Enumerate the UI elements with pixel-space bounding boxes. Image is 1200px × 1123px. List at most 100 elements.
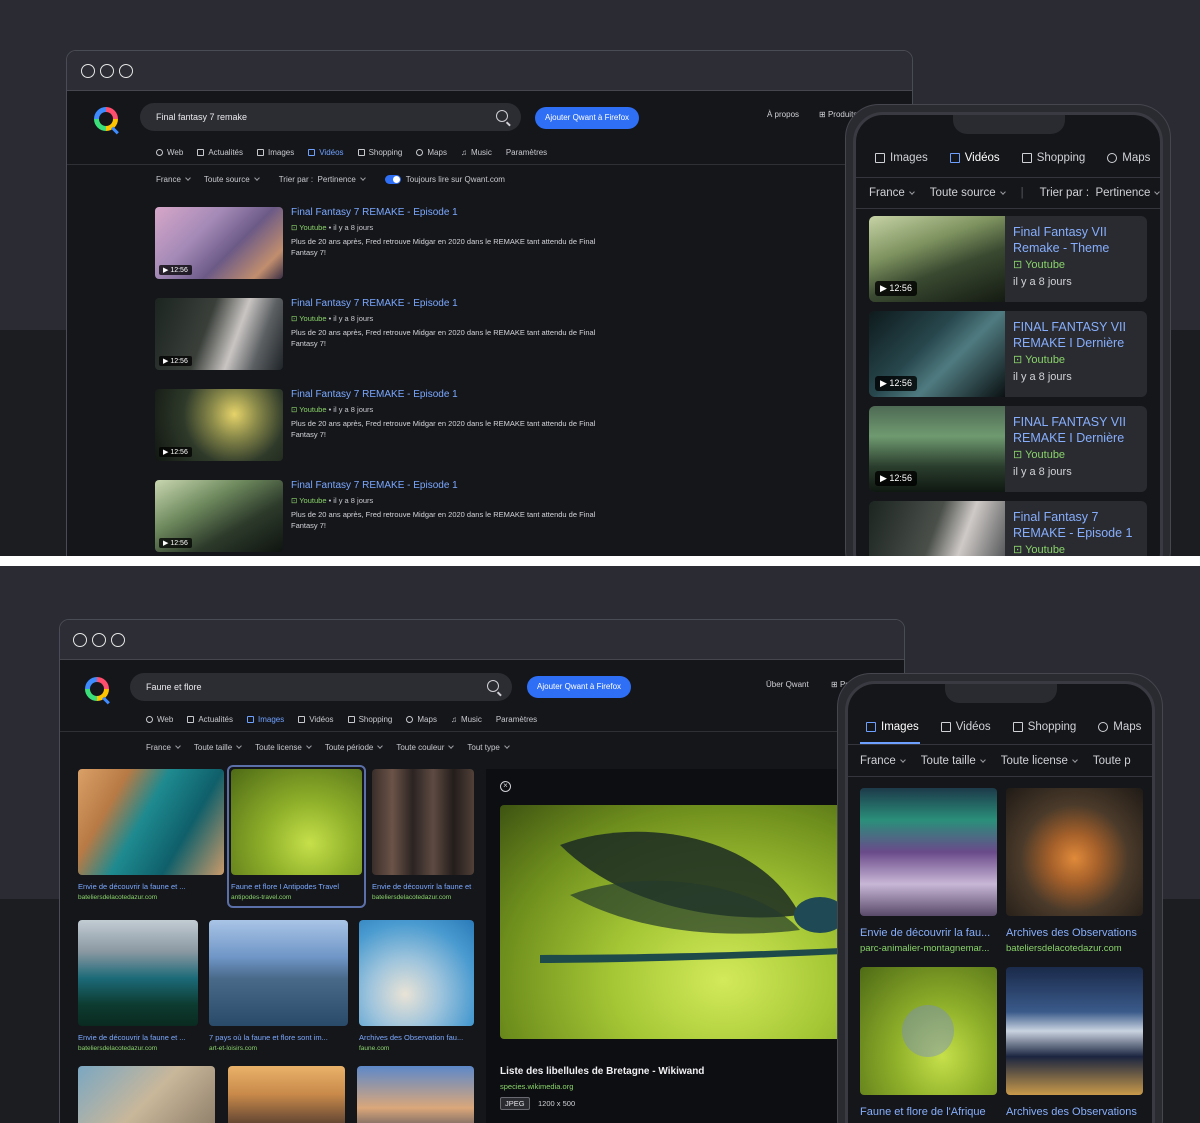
tab-videos[interactable]: Vidéos <box>298 715 334 724</box>
video-result[interactable]: ▶ 12:56 Final Fantasy 7 REMAKE - Episode… <box>155 480 615 552</box>
image-result[interactable] <box>860 788 997 916</box>
window-close-dot[interactable] <box>81 64 95 78</box>
window-close-dot[interactable] <box>73 633 87 647</box>
region-filter[interactable]: France <box>156 175 191 184</box>
tab-images[interactable]: Images <box>257 148 294 157</box>
tab-news[interactable]: Actualités <box>197 148 243 157</box>
window-maximize-dot[interactable] <box>119 64 133 78</box>
search-input[interactable]: Final fantasy 7 remake <box>140 103 521 131</box>
tab-maps[interactable]: Maps <box>406 715 437 724</box>
video-title-link[interactable]: Final Fantasy 7 REMAKE - Episode 1 <box>291 207 458 218</box>
tab-maps[interactable]: Maps <box>1107 152 1150 164</box>
tab-settings[interactable]: Paramètres <box>506 148 547 157</box>
always-play-toggle[interactable]: Toujours lire sur Qwant.com <box>384 175 505 185</box>
video-card[interactable]: Final Fantasy 7 REMAKE - Episode 1 ⊡ You… <box>869 501 1147 556</box>
sort-filter[interactable]: Trier par : Pertinence <box>1040 187 1160 199</box>
video-thumbnail[interactable]: ▶ 12:56 <box>155 207 283 279</box>
image-caption-link[interactable]: Envie de découvrir la faune et ... <box>372 882 474 891</box>
tab-shopping[interactable]: Shopping <box>1012 721 1076 733</box>
image-caption-link[interactable]: Envie de découvrir la faune et ... <box>78 882 224 891</box>
video-thumbnail[interactable]: ▶ 12:56 <box>155 298 283 370</box>
period-filter[interactable]: Toute p <box>1093 755 1131 767</box>
type-filter[interactable]: Tout type <box>467 743 510 752</box>
image-result[interactable] <box>78 769 224 875</box>
video-thumbnail[interactable] <box>869 501 1005 556</box>
image-caption-link[interactable]: Faune et flore de l'Afrique <box>860 1106 997 1118</box>
tab-news[interactable]: Actualités <box>187 715 233 724</box>
image-result[interactable] <box>1006 788 1143 916</box>
video-thumbnail[interactable]: ▶ 12:56 <box>869 216 1005 302</box>
about-link[interactable]: À propos <box>767 110 799 119</box>
qwant-logo[interactable] <box>94 107 118 131</box>
tab-shopping[interactable]: Shopping <box>357 148 402 157</box>
search-icon[interactable] <box>487 680 499 692</box>
tab-music[interactable]: ♫ Music <box>451 715 482 724</box>
image-result-selected[interactable] <box>231 769 362 875</box>
image-caption-link[interactable]: Faune et flore I Antipodes Travel <box>231 882 362 891</box>
tab-shopping[interactable]: Shopping <box>347 715 392 724</box>
video-card[interactable]: ▶ 12:56 FINAL FANTASY VII REMAKE I Derni… <box>869 406 1147 492</box>
video-title-link[interactable]: FINAL FANTASY VII REMAKE I Dernière <box>1013 319 1139 351</box>
preview-domain[interactable]: species.wikimedia.org <box>500 1082 573 1091</box>
video-thumbnail[interactable]: ▶ 12:56 <box>869 406 1005 492</box>
tab-music[interactable]: ♫ Music <box>461 148 492 157</box>
tab-images[interactable]: Images <box>866 721 919 733</box>
add-to-firefox-button[interactable]: Ajouter Qwant à Firefox <box>527 676 632 698</box>
image-caption-link[interactable]: Archives des Observation fau... <box>359 1033 474 1042</box>
image-caption-link[interactable]: Envie de découvrir la fau... <box>860 927 997 939</box>
region-filter[interactable]: France <box>869 187 915 199</box>
license-filter[interactable]: Toute license <box>255 743 312 752</box>
video-thumbnail[interactable]: ▶ 12:56 <box>869 311 1005 397</box>
tab-videos[interactable]: Vidéos <box>949 152 1000 164</box>
window-minimize-dot[interactable] <box>92 633 106 647</box>
about-link[interactable]: Über Qwant <box>766 680 809 689</box>
image-result[interactable] <box>78 920 198 1026</box>
image-result[interactable] <box>357 1066 474 1123</box>
tab-videos[interactable]: Vidéos <box>940 721 991 733</box>
tab-web[interactable]: Web <box>156 148 183 157</box>
video-title-link[interactable]: Final Fantasy 7 REMAKE - Episode 1 <box>291 298 458 309</box>
image-result[interactable] <box>78 1066 215 1123</box>
video-result[interactable]: ▶ 12:56 Final Fantasy 7 REMAKE - Episode… <box>155 298 615 370</box>
tab-maps[interactable]: Maps <box>1098 721 1141 733</box>
image-result[interactable] <box>228 1066 345 1123</box>
source-filter[interactable]: Toute source <box>204 175 260 184</box>
sort-filter[interactable]: Trier par : Pertinence <box>279 175 366 184</box>
license-filter[interactable]: Toute license <box>1001 755 1078 767</box>
search-input[interactable]: Faune et flore <box>130 673 512 701</box>
tab-shopping[interactable]: Shopping <box>1021 152 1085 164</box>
video-title-link[interactable]: FINAL FANTASY VII REMAKE I Dernière <box>1013 414 1139 446</box>
preview-title[interactable]: Liste des libellules de Bretagne - Wikiw… <box>500 1066 704 1077</box>
close-preview-icon[interactable]: × <box>500 781 511 792</box>
color-filter[interactable]: Toute couleur <box>396 743 455 752</box>
region-filter[interactable]: France <box>860 755 906 767</box>
image-caption-link[interactable]: Envie de découvrir la faune et ... <box>78 1033 198 1042</box>
video-title-link[interactable]: Final Fantasy 7 REMAKE - Episode 1 <box>291 389 458 400</box>
toggle-switch[interactable] <box>384 175 401 185</box>
tab-web[interactable]: Web <box>146 715 173 724</box>
video-thumbnail[interactable]: ▶ 12:56 <box>155 389 283 461</box>
source-filter[interactable]: Toute source <box>930 187 1006 199</box>
video-card[interactable]: ▶ 12:56 Final Fantasy VII Remake - Theme… <box>869 216 1147 302</box>
size-filter[interactable]: Toute taille <box>921 755 986 767</box>
window-maximize-dot[interactable] <box>111 633 125 647</box>
region-filter[interactable]: France <box>146 743 181 752</box>
tab-videos[interactable]: Vidéos <box>308 148 344 157</box>
qwant-logo[interactable] <box>85 677 109 701</box>
video-result[interactable]: ▶ 12:56 Final Fantasy 7 REMAKE - Episode… <box>155 207 615 279</box>
image-result[interactable] <box>1006 967 1143 1095</box>
image-result[interactable] <box>209 920 348 1026</box>
search-icon[interactable] <box>496 110 508 122</box>
tab-settings[interactable]: Paramètres <box>496 715 537 724</box>
video-title-link[interactable]: Final Fantasy 7 REMAKE - Episode 1 <box>291 480 458 491</box>
image-result[interactable] <box>359 920 474 1026</box>
image-caption-link[interactable]: Archives des Observations <box>1006 927 1146 939</box>
tab-images[interactable]: Images <box>247 715 284 724</box>
image-caption-link[interactable]: Archives des Observations <box>1006 1106 1146 1118</box>
tab-images[interactable]: Images <box>875 152 928 164</box>
video-result[interactable]: ▶ 12:56 Final Fantasy 7 REMAKE - Episode… <box>155 389 615 461</box>
window-minimize-dot[interactable] <box>100 64 114 78</box>
image-result[interactable] <box>860 967 997 1095</box>
video-title-link[interactable]: Final Fantasy 7 REMAKE - Episode 1 <box>1013 509 1139 541</box>
size-filter[interactable]: Toute taille <box>194 743 242 752</box>
